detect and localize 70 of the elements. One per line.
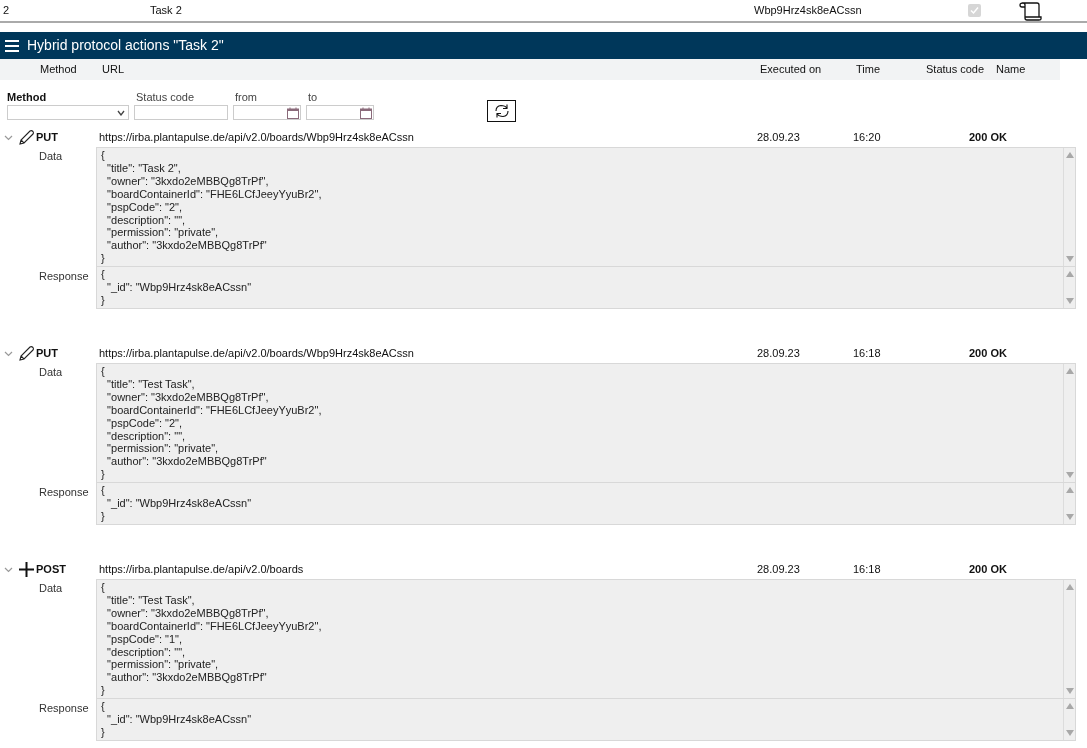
time-text: 16:18 <box>853 562 882 578</box>
scroll-down-icon[interactable] <box>1065 256 1074 263</box>
response-field[interactable]: { "_id": "Wbp9Hrz4sk8eACssn" } <box>96 483 1076 525</box>
scroll-down-icon[interactable] <box>1065 729 1074 736</box>
data-field[interactable]: { "title": "Test Task", "owner": "3kxdo2eMBBQg8TrPf", "boardContainerId": "FHE6LCfJeeyYyuBr2", "pspCode": "2", "description": "", "permission": "private", "author": "3kxdo2eMBBQg8TrPf" } <box>96 363 1076 484</box>
pencil-icon <box>18 345 35 362</box>
task-name: Task 2 <box>150 3 183 19</box>
status-filter-label: Status code <box>135 89 196 105</box>
calendar-icon[interactable] <box>287 106 299 119</box>
column-header[interactable]: Name <box>996 61 1056 78</box>
time-text: 16:20 <box>853 130 882 146</box>
response-label: Response <box>38 485 90 501</box>
column-header[interactable]: URL <box>102 61 760 78</box>
response-field[interactable]: { "_id": "Wbp9Hrz4sk8eACssn" } <box>96 267 1076 309</box>
column-header[interactable]: Time <box>856 61 926 78</box>
time-text: 16:18 <box>853 346 882 362</box>
response-label: Response <box>38 269 90 285</box>
status-text: 200 OK <box>969 562 1007 578</box>
scroll-up-icon[interactable] <box>1065 368 1074 374</box>
date-text: 28.09.23 <box>757 562 801 578</box>
refresh-button[interactable] <box>487 100 516 122</box>
status-text: 200 OK <box>969 346 1007 362</box>
scroll-up-icon[interactable] <box>1065 152 1074 158</box>
method-text: PUT <box>36 130 59 146</box>
calendar-icon[interactable] <box>360 106 372 119</box>
to-date-field[interactable] <box>306 105 374 120</box>
data-label: Data <box>38 581 64 596</box>
data-label: Data <box>38 365 64 380</box>
plus-icon <box>18 561 35 578</box>
scroll-down-icon[interactable] <box>1065 297 1074 304</box>
response-field[interactable]: { "_id": "Wbp9Hrz4sk8eACssn" } <box>96 699 1076 741</box>
scroll-up-icon[interactable] <box>1065 487 1074 494</box>
board-id: Wbp9Hrz4sk8eACssn <box>754 3 863 19</box>
method-text: POST <box>36 562 67 578</box>
scroll-up-icon[interactable] <box>1065 703 1074 710</box>
response-label: Response <box>38 701 90 717</box>
data-field[interactable]: { "title": "Test Task", "owner": "3kxdo2eMBBQg8TrPf", "boardContainerId": "FHE6LCfJeeyYyuBr2", "pspCode": "1", "description": "", "permission": "private", "author": "3kxdo2eMBBQg8TrPf" } <box>96 579 1076 700</box>
column-header[interactable]: Status code <box>926 61 996 78</box>
panel-title: Hybrid protocol actions "Task 2" <box>27 36 224 55</box>
method-filter-label: Method <box>7 89 48 105</box>
menu-icon[interactable] <box>5 39 19 52</box>
scroll-down-icon[interactable] <box>1065 472 1074 479</box>
status-text: 200 OK <box>969 130 1007 146</box>
status-code-field[interactable] <box>134 105 228 120</box>
chevron-down-icon[interactable] <box>4 565 13 574</box>
method-dropdown[interactable] <box>7 105 129 120</box>
scroll-up-icon[interactable] <box>1065 271 1074 278</box>
chevron-down-icon[interactable] <box>4 349 13 358</box>
column-header[interactable]: Executed on <box>760 61 856 78</box>
date-text: 28.09.23 <box>757 346 801 362</box>
from-date-field[interactable] <box>233 105 301 120</box>
chevron-down-icon[interactable] <box>4 133 13 142</box>
column-header[interactable]: Method <box>40 61 102 78</box>
data-field[interactable]: { "title": "Task 2", "owner": "3kxdo2eMBBQg8TrPf", "boardContainerId": "FHE6LCfJeeyYyuBr2", "pspCode": "2", "description": "", "permission": "private", "author": "3kxdo2eMBBQg8TrPf" } <box>96 147 1076 268</box>
url-text: https://irba.plantapulse.de/api/v2.0/boards/Wbp9Hrz4sk8eACssn <box>99 130 415 146</box>
url-text: https://irba.plantapulse.de/api/v2.0/boards <box>99 562 305 578</box>
date-text: 28.09.23 <box>757 130 801 146</box>
scroll-down-icon[interactable] <box>1065 513 1074 520</box>
refresh-icon <box>492 103 511 119</box>
row-number: 2 <box>2 3 11 19</box>
chevron-down-icon <box>117 109 125 116</box>
from-label: from <box>234 89 258 105</box>
scroll-down-icon[interactable] <box>1065 688 1074 695</box>
pencil-icon <box>18 129 35 146</box>
url-text: https://irba.plantapulse.de/api/v2.0/boards/Wbp9Hrz4sk8eACssn <box>99 346 415 362</box>
method-text: PUT <box>36 346 59 362</box>
scroll-icon[interactable] <box>1018 0 1042 21</box>
to-label: to <box>307 89 319 105</box>
scroll-up-icon[interactable] <box>1065 584 1074 590</box>
data-label: Data <box>38 149 64 164</box>
